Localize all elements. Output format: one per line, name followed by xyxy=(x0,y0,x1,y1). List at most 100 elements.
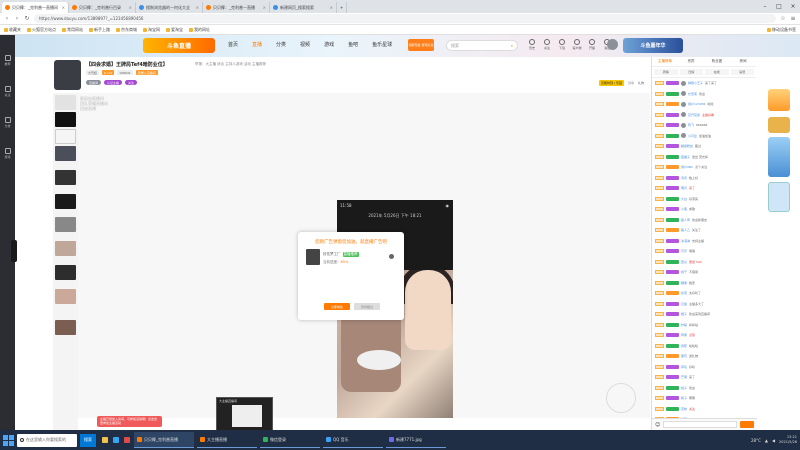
chat-username[interactable]: 奶茶 xyxy=(681,291,687,295)
site-search-input[interactable]: 搜索 ⌕ xyxy=(446,40,518,51)
promo-button[interactable]: 领取现金 游戏礼包 xyxy=(408,39,434,51)
user-avatar[interactable] xyxy=(681,133,686,139)
chat-username[interactable]: 用户123456 xyxy=(688,102,705,106)
thumbnail[interactable] xyxy=(55,217,76,232)
chat-username[interactable]: 弹幕小王子 xyxy=(688,81,703,85)
volume-icon[interactable]: ◀ xyxy=(772,438,775,443)
banner-badge[interactable]: 斗鱼嘉年华 xyxy=(623,38,683,53)
user-avatar[interactable] xyxy=(681,101,686,107)
app-icon[interactable] xyxy=(101,432,109,448)
chat-tab[interactable]: 房间 xyxy=(730,57,756,66)
confirm-button[interactable]: 立即前往 xyxy=(324,303,350,310)
back-icon[interactable]: ‹ xyxy=(4,15,10,22)
user-avatar[interactable] xyxy=(681,80,686,86)
chat-username[interactable]: 阿飞 xyxy=(688,123,694,127)
chat-username[interactable]: 小可爱 xyxy=(688,134,697,138)
taskbar-window[interactable]: QQ 音乐 xyxy=(323,432,383,448)
download-button[interactable]: 下载 xyxy=(557,39,567,50)
taskbar-search-input[interactable]: 在这里输入你要搜索的 xyxy=(17,433,77,447)
thumbnail[interactable] xyxy=(55,320,76,335)
chat-username[interactable]: 苹果 xyxy=(681,333,687,337)
thumbnail[interactable] xyxy=(55,170,76,185)
nav-item[interactable]: 首页 xyxy=(228,41,238,48)
add-icon[interactable] xyxy=(389,254,394,259)
share-button[interactable]: 分享 xyxy=(628,81,634,85)
chat-tab[interactable]: 粉丝团 xyxy=(704,57,730,66)
thumbnail[interactable] xyxy=(55,194,76,209)
chat-username[interactable]: 草莓 xyxy=(681,365,687,369)
bookmark[interactable]: 常用网站 xyxy=(62,27,83,33)
chat-username[interactable]: 桃子 xyxy=(681,386,687,390)
browser-tab[interactable]: 贝贝椰：_克利普一直播 × xyxy=(203,2,270,13)
ad-banner[interactable] xyxy=(768,182,790,212)
chat-username[interactable]: 芒果 xyxy=(681,375,687,379)
url-input[interactable]: https://www.douyu.com/1389897?_=12345689… xyxy=(34,14,776,23)
sidebar-item-category[interactable]: 分类 xyxy=(0,103,15,128)
app-icon[interactable] xyxy=(112,432,120,448)
anchor-avatar[interactable] xyxy=(54,60,81,90)
client-button[interactable]: 客户端 xyxy=(572,39,582,50)
chat-username[interactable]: 小黑 xyxy=(681,207,687,211)
room-button[interactable]: 直播间 xyxy=(86,80,102,85)
reload-icon[interactable]: ↻ xyxy=(24,15,30,22)
nav-item[interactable]: 视频 xyxy=(300,41,310,48)
sidebar-collapse-handle[interactable] xyxy=(11,240,17,262)
browser-tab[interactable]: 贝贝椰：_克利普行目录 × xyxy=(69,2,136,13)
maximize-icon[interactable]: □ xyxy=(772,0,786,13)
chat-username[interactable]: 柠檬 xyxy=(681,323,687,327)
chat-username[interactable]: 夜猫子 xyxy=(681,155,690,159)
follow-button[interactable]: 关注 xyxy=(125,80,138,85)
chat-username[interactable]: 路人乙 xyxy=(681,228,690,232)
chat-tab[interactable]: 主播榜单 xyxy=(652,57,678,66)
new-tab-button[interactable]: + xyxy=(337,2,347,13)
search-icon[interactable]: ⌕ xyxy=(511,43,513,48)
highlight-badge[interactable]: 高能时刻 | 乐园 xyxy=(599,80,624,86)
chat-username[interactable]: 可乐 xyxy=(681,249,687,253)
ad-banner[interactable] xyxy=(768,89,790,111)
emoji-icon[interactable]: ☺ xyxy=(655,422,660,428)
thumbnail[interactable] xyxy=(55,289,76,304)
chat-message-list[interactable]: 弹幕小王子 来了来了 长安客 欢迎 用户123456 哈哈 花开富贵 主播好看 阿飞 666666… xyxy=(652,78,756,425)
bookmark[interactable]: 火狐官方站点 xyxy=(27,27,56,33)
nav-item[interactable]: 分类 xyxy=(276,41,286,48)
close-tab-icon[interactable]: × xyxy=(129,5,132,10)
clock[interactable]: 13:21 2021/5/26 xyxy=(779,435,797,445)
close-tab-icon[interactable]: × xyxy=(196,5,199,10)
follow-button[interactable]: 关注 xyxy=(542,39,552,50)
room-button[interactable]: 认证主播 xyxy=(104,80,123,85)
site-logo[interactable]: 斗鱼直播 xyxy=(143,38,215,53)
chat-username[interactable]: 清风 xyxy=(681,176,687,180)
chat-username[interactable]: 橙子 xyxy=(681,312,687,316)
chat-username[interactable]: 大白 xyxy=(681,197,687,201)
rank-tab[interactable]: 在线 xyxy=(705,69,729,75)
network-icon[interactable]: ▲ xyxy=(765,438,768,443)
forward-icon[interactable]: › xyxy=(14,15,20,22)
chat-username[interactable]: 长安客 xyxy=(688,92,697,96)
other-bookmarks[interactable]: 移动设备书签 xyxy=(767,27,796,33)
nav-item[interactable]: 游戏 xyxy=(324,41,334,48)
menu-icon[interactable]: ≡ xyxy=(790,15,796,22)
chat-username[interactable]: 香蕉 xyxy=(681,344,687,348)
app-icon[interactable] xyxy=(123,432,131,448)
rank-tab[interactable]: 房管 xyxy=(730,69,754,75)
nav-item[interactable]: 鱼乐星球 xyxy=(372,41,392,48)
thumbnail[interactable] xyxy=(55,95,76,110)
taskbar-search-button[interactable]: 搜索 xyxy=(80,433,96,447)
chat-input[interactable] xyxy=(663,421,737,428)
sidebar-item-recommend[interactable]: 推荐 xyxy=(0,41,15,66)
browser-tab[interactable]: 新建网页_搜索搜索 × xyxy=(270,2,337,13)
sidebar-item-games[interactable]: 游戏 xyxy=(0,134,15,159)
taskbar-window[interactable]: 大主播直播 xyxy=(197,432,257,448)
close-tab-icon[interactable]: × xyxy=(62,5,65,10)
user-avatar[interactable] xyxy=(681,91,686,97)
send-button[interactable] xyxy=(740,421,754,428)
star-icon[interactable]: ☆ xyxy=(780,15,786,22)
chat-username[interactable]: 梨子 xyxy=(681,396,687,400)
taskbar-window[interactable]: 新建7771.jpg xyxy=(386,432,446,448)
minimize-icon[interactable]: – xyxy=(758,0,772,13)
bookmark[interactable]: 京东商城 xyxy=(116,27,137,33)
thumbnail[interactable] xyxy=(55,112,76,127)
gift-button[interactable]: 礼物 xyxy=(638,81,644,85)
broadcast-button[interactable]: 开播 xyxy=(587,39,597,50)
sidebar-item-follow[interactable]: 关注 xyxy=(0,72,15,97)
